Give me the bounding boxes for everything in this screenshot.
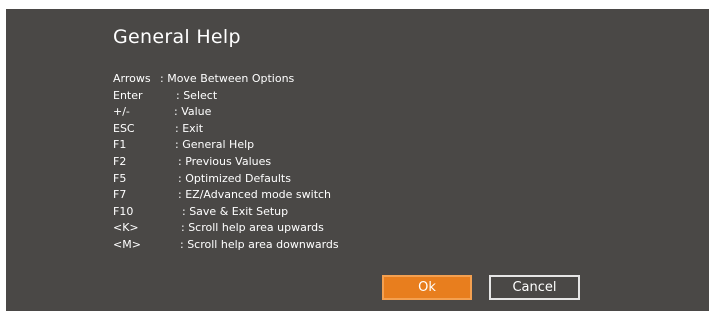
shortcut-key: +/-: [113, 105, 130, 119]
general-help-dialog: General Help Arrows : Move Between Optio…: [6, 9, 709, 311]
shortcut-key: F2: [113, 154, 127, 168]
shortcut-key: <M>: [113, 237, 141, 251]
shortcut-description: : Value: [174, 105, 212, 119]
shortcut-key: F10: [113, 204, 134, 218]
shortcut-description: : Scroll help area downwards: [180, 237, 339, 251]
shortcut-description: : Select: [176, 88, 218, 102]
dialog-title: General Help: [113, 26, 241, 48]
shortcut-description: : Scroll help area upwards: [181, 221, 324, 235]
shortcut-description: : Save & Exit Setup: [182, 204, 289, 218]
shortcut-key: F5: [113, 171, 127, 185]
shortcut-key: Enter: [113, 88, 143, 102]
shortcut-description: : EZ/Advanced mode switch: [178, 188, 332, 202]
cancel-button[interactable]: Cancel: [489, 275, 580, 300]
shortcut-key: ESC: [113, 121, 135, 135]
shortcut-description: : Previous Values: [178, 154, 272, 168]
shortcut-description: : General Help: [175, 138, 255, 152]
ok-button[interactable]: Ok: [382, 275, 472, 300]
shortcut-key: F7: [113, 188, 127, 202]
shortcut-description: : Exit: [175, 121, 204, 135]
shortcut-description: : Optimized Defaults: [178, 171, 291, 185]
shortcut-key: F1: [113, 138, 127, 152]
shortcut-key: <K>: [113, 221, 139, 235]
shortcut-key: Arrows: [113, 72, 151, 85]
shortcut-description: : Move Between Options: [160, 72, 295, 85]
